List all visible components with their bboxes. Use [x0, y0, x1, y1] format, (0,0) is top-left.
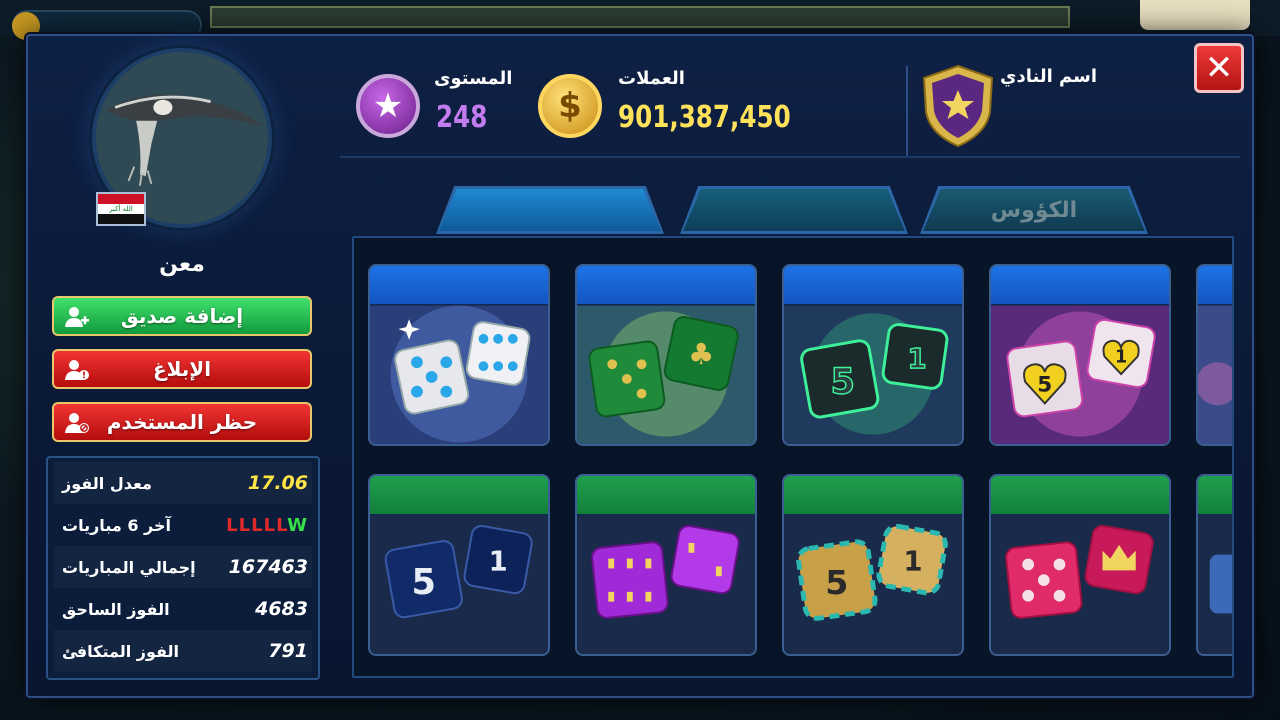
stat-label: الفوز الساحق — [62, 599, 170, 619]
flag-text: الله أكبر — [98, 203, 144, 214]
card-band — [577, 476, 755, 514]
dice-item-partial[interactable] — [1196, 474, 1232, 656]
green-clover-dice-icon: ♣ — [577, 304, 755, 444]
svg-text:5: 5 — [830, 362, 854, 403]
svg-text:1: 1 — [907, 344, 926, 375]
result-loss: L — [263, 515, 277, 536]
card-band — [370, 476, 548, 514]
card-band — [784, 476, 962, 514]
level-label: المستوى — [434, 68, 513, 89]
stat-label: آخر 6 مباريات — [62, 515, 172, 535]
card-band — [1198, 476, 1232, 514]
flower-dice-icon — [1198, 304, 1232, 444]
dice-collection-grid: ♣ 5 1 5 1 5 1 5 1 — [352, 236, 1234, 678]
stat-label: معدل الفوز — [62, 473, 152, 493]
report-button[interactable]: الإبلاغ — [52, 349, 312, 389]
purple-gold-dice-icon — [577, 514, 755, 654]
result-win: W — [287, 515, 308, 536]
partial-dice-icon — [1198, 514, 1232, 654]
dark-blue-rune-dice-icon: 5 1 — [370, 514, 548, 654]
add-user-icon — [65, 307, 89, 327]
svg-text:5: 5 — [825, 563, 848, 602]
stat-value: 167463 — [228, 556, 308, 578]
card-band — [991, 266, 1169, 304]
result-loss: L — [238, 515, 252, 536]
result-loss: L — [251, 515, 264, 536]
player-name: معن — [159, 252, 205, 277]
stats-box: معدل الفوز 17.06 آخر 6 مباريات LLLLLW إج… — [46, 456, 320, 680]
stat-value: 4683 — [255, 598, 308, 620]
dice-item-neon-green[interactable]: 5 1 — [782, 264, 964, 446]
background-bar — [210, 6, 1070, 28]
add-friend-label: إضافة صديق — [120, 304, 244, 328]
dice-item-green-clover[interactable]: ♣ — [575, 264, 757, 446]
coins-value: 901,387,450 — [618, 100, 791, 135]
club-shield-icon — [922, 64, 994, 148]
gold-teal-numbered-dice-icon: 5 1 — [784, 514, 962, 654]
pink-heart-dice-icon: 5 1 — [991, 304, 1169, 444]
coin-icon: $ — [538, 74, 602, 138]
stat-value: 17.06 — [247, 472, 308, 494]
dice-item-silver-blue[interactable] — [368, 264, 550, 446]
stat-label: إجمالي المباريات — [62, 557, 196, 577]
card-band — [991, 476, 1169, 514]
silver-blue-dice-icon — [370, 304, 548, 444]
tab-second[interactable] — [680, 186, 908, 234]
tab-label — [683, 189, 905, 231]
card-band — [784, 266, 962, 304]
dice-item-gold-teal[interactable]: 5 1 — [782, 474, 964, 656]
dice-item-red-crown[interactable] — [989, 474, 1171, 656]
stat-row-win-rate: معدل الفوز 17.06 — [54, 462, 312, 504]
header-separator — [340, 156, 1240, 158]
level-star-icon: ★ — [356, 74, 420, 138]
last-six-results: LLLLLW — [226, 514, 308, 536]
header-divider — [906, 66, 908, 156]
dice-item-dark-blue-rune[interactable]: 5 1 — [368, 474, 550, 656]
block-user-button[interactable]: حظر المستخدم — [52, 402, 312, 442]
club-name-label: اسم النادي — [1000, 66, 1098, 87]
add-friend-button[interactable]: إضافة صديق — [52, 296, 312, 336]
profile-header: ★ المستوى 248 $ العملات 901,387,450 اسم … — [340, 52, 1190, 156]
stat-row-last-six: آخر 6 مباريات LLLLLW — [54, 504, 312, 546]
svg-text:5: 5 — [1037, 373, 1052, 398]
svg-text:1: 1 — [489, 546, 508, 577]
stat-row-total-matches: إجمالي المباريات 167463 — [54, 546, 312, 588]
dice-item-pink-heart[interactable]: 5 1 — [989, 264, 1171, 446]
result-loss: L — [226, 515, 239, 536]
svg-text:1: 1 — [1115, 347, 1127, 367]
stat-label: الفوز المتكافئ — [62, 641, 180, 661]
stat-value: 791 — [268, 640, 308, 662]
card-band — [370, 266, 548, 304]
card-band — [577, 266, 755, 304]
country-flag: الله أكبر — [96, 192, 146, 226]
close-x-icon: ✕ — [1204, 48, 1234, 88]
coins-label: العملات — [618, 68, 685, 89]
block-user-label: حظر المستخدم — [106, 410, 258, 434]
level-value: 248 — [436, 100, 488, 135]
svg-text:1: 1 — [904, 546, 923, 577]
stat-row-even-wins: الفوز المتكافئ 791 — [54, 630, 312, 672]
tab-label: الكؤوس — [923, 189, 1145, 231]
red-crown-dice-icon — [991, 514, 1169, 654]
block-user-icon — [65, 413, 89, 433]
tab-label — [439, 189, 661, 231]
tab-dice[interactable] — [436, 186, 664, 234]
svg-text:♣: ♣ — [688, 337, 714, 371]
result-loss: L — [276, 515, 288, 536]
background-side-tab — [1140, 0, 1250, 30]
stat-row-crushing-wins: الفوز الساحق 4683 — [54, 588, 312, 630]
report-user-icon — [65, 360, 89, 380]
close-button[interactable]: ✕ — [1194, 43, 1244, 93]
neon-green-numbered-dice-icon: 5 1 — [784, 304, 962, 444]
player-panel: الله أكبر معن إضافة صديق الإبلاغ حظر الم… — [44, 40, 320, 680]
report-label: الإبلاغ — [152, 357, 212, 381]
dice-item-flower-partial[interactable] — [1196, 264, 1232, 446]
tab-trophies[interactable]: الكؤوس — [920, 186, 1148, 234]
svg-text:5: 5 — [412, 562, 436, 603]
dice-item-purple-gold[interactable] — [575, 474, 757, 656]
card-band — [1198, 266, 1232, 304]
